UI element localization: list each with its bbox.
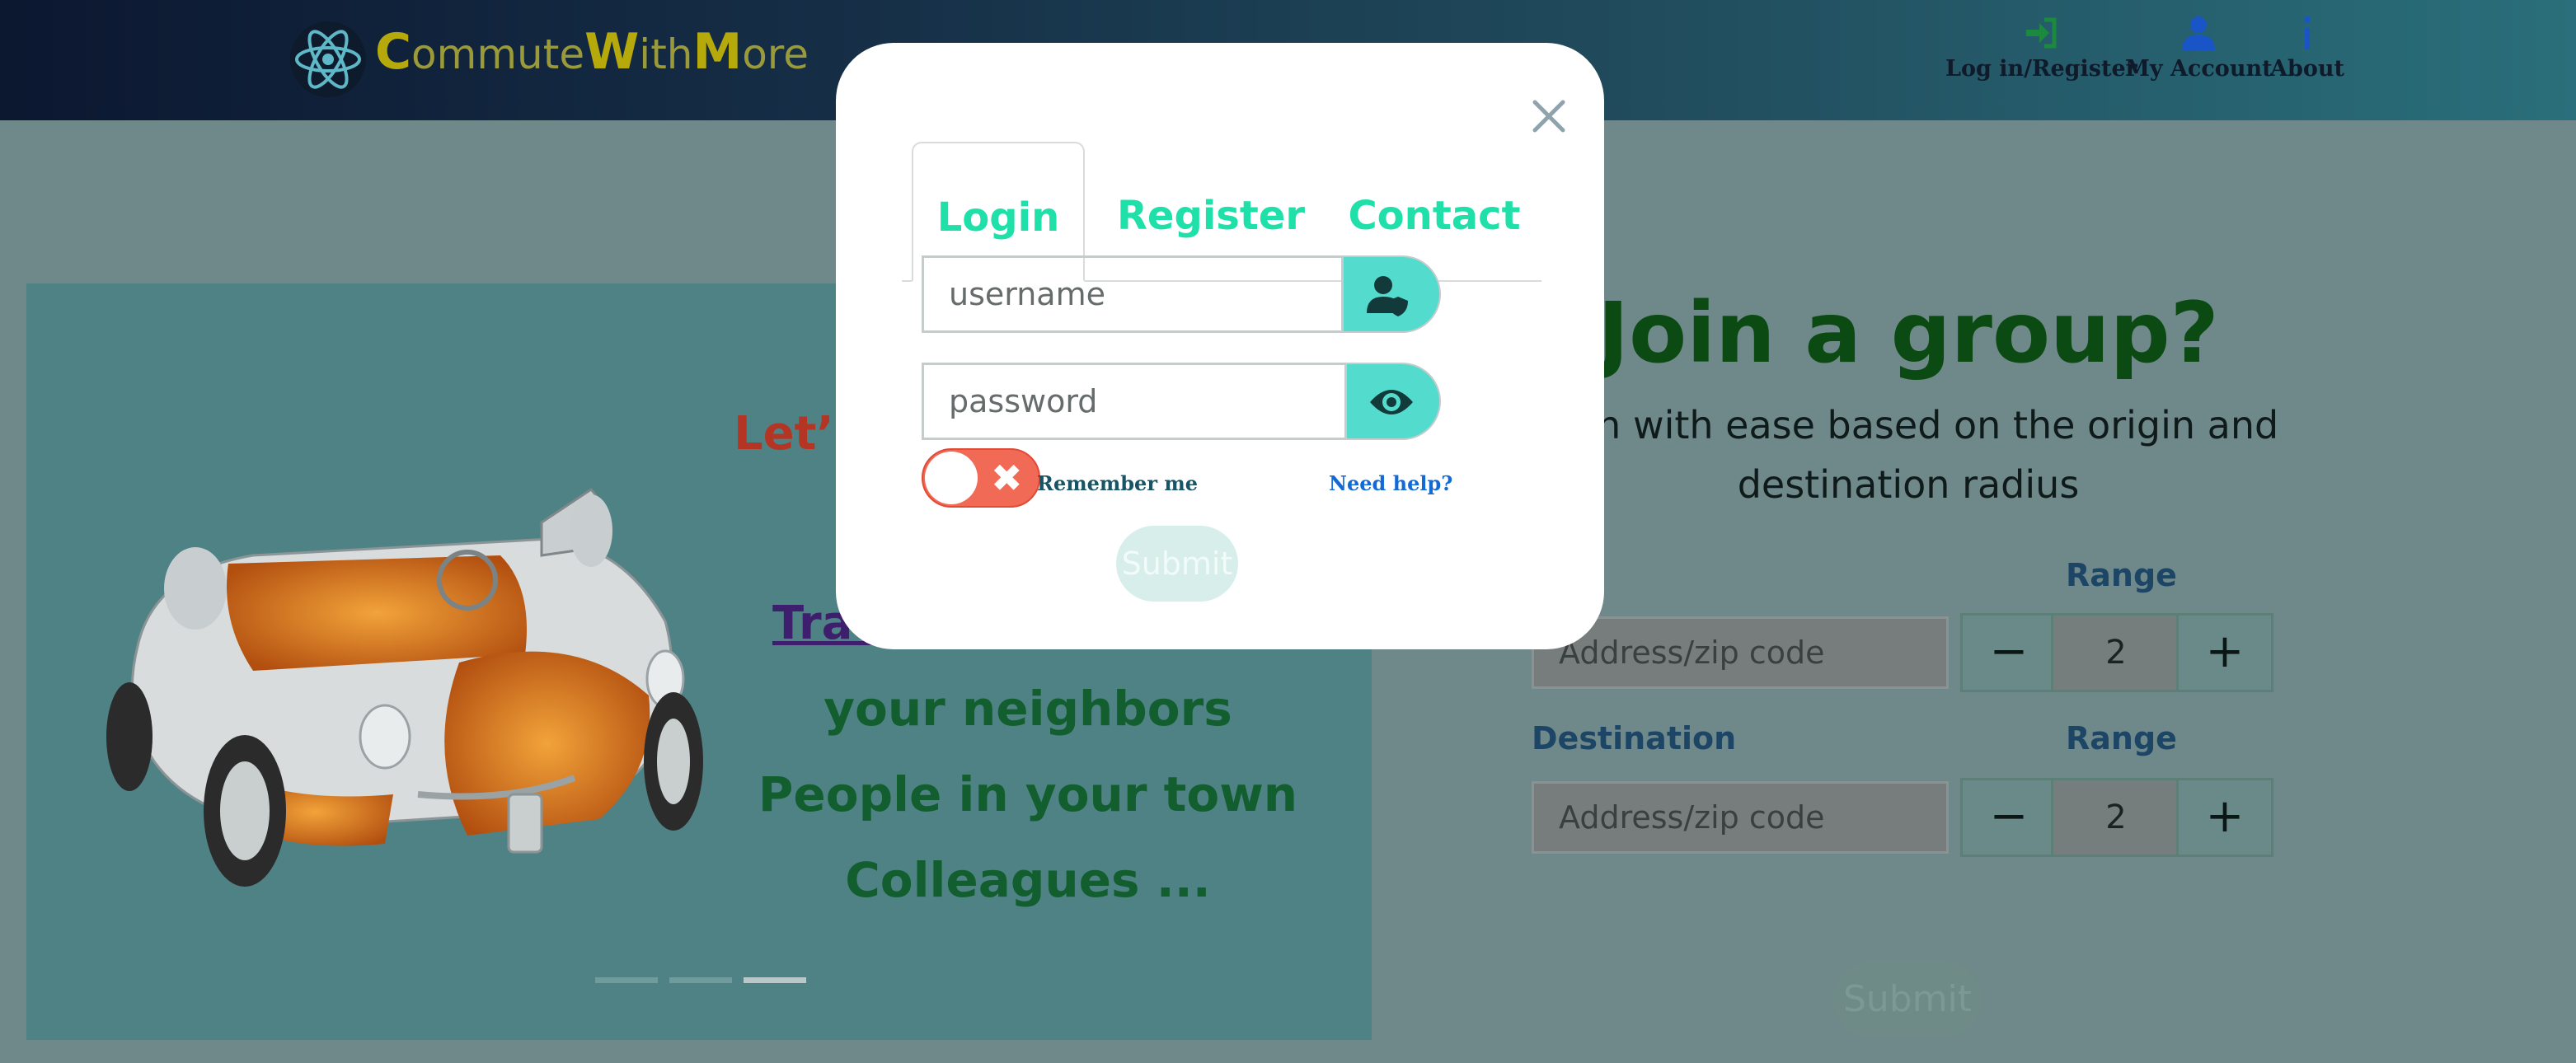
car-illustration <box>106 488 703 887</box>
nav-login-register[interactable]: Log in/Register <box>1945 15 2137 82</box>
nav-my-account[interactable]: My Account <box>2125 15 2273 82</box>
info-icon <box>2303 16 2311 49</box>
carousel-indicators <box>595 977 806 983</box>
carousel-indicator[interactable] <box>595 977 658 983</box>
origin-range-increment-button[interactable]: + <box>2176 613 2273 692</box>
destination-range-increment-button[interactable]: + <box>2176 778 2273 857</box>
brand-letter: C <box>375 23 412 81</box>
destination-range-label: Range <box>2066 720 2177 756</box>
nav-label: About <box>2270 56 2344 82</box>
carousel-indicator-active[interactable] <box>744 977 806 983</box>
login-icon <box>2026 17 2057 49</box>
slide-line: Colleagues ... <box>845 852 1211 908</box>
brand-part: ore <box>742 30 809 78</box>
nav-label: My Account <box>2125 56 2273 82</box>
origin-range-value[interactable]: 2 <box>2051 613 2181 692</box>
carousel-indicator[interactable] <box>669 977 732 983</box>
toggle-password-visibility-button[interactable] <box>1345 363 1441 440</box>
destination-range-value[interactable]: 2 <box>2051 778 2181 857</box>
destination-range-decrement-button[interactable]: − <box>1960 778 2058 857</box>
brand-letter: W <box>584 23 640 81</box>
join-group-subtitle: arch with ease based on the origin and d… <box>1537 403 2279 507</box>
password-input[interactable]: password <box>922 363 1347 440</box>
username-icon-button[interactable] <box>1342 255 1441 333</box>
remember-me-label[interactable]: Remember me <box>1037 471 1198 495</box>
brand-letter: M <box>692 23 743 81</box>
origin-address-input[interactable]: Address/zip code <box>1532 616 1949 689</box>
nav-label: Log in/Register <box>1945 56 2137 82</box>
join-group-title: Join a group? <box>1598 284 2219 382</box>
brand-part: ith <box>639 30 693 78</box>
origin-range-decrement-button[interactable]: − <box>1960 613 2058 692</box>
username-input[interactable]: username <box>922 255 1344 333</box>
eye-icon <box>1370 390 1413 414</box>
toggle-knob <box>925 452 978 504</box>
login-modal: Login Register Contact username password… <box>836 43 1604 649</box>
nav-about[interactable]: About <box>2270 15 2344 82</box>
destination-label: Destination <box>1532 720 1737 756</box>
brand-name[interactable]: CommuteWithMore <box>375 23 809 81</box>
join-submit-button[interactable]: Submit <box>1833 961 1982 1038</box>
brand-part: ommute <box>411 30 585 78</box>
x-icon: ✖ <box>991 456 1023 500</box>
remember-me-toggle[interactable]: ✖ <box>922 448 1040 508</box>
close-icon[interactable] <box>1528 96 1570 137</box>
user-icon <box>2182 16 2216 51</box>
need-help-link[interactable]: Need help? <box>1329 471 1452 495</box>
user-shield-icon <box>1367 276 1408 316</box>
slide-line: People in your town <box>758 766 1298 822</box>
slide-line: your neighbors <box>823 681 1232 737</box>
login-submit-button[interactable]: Submit <box>1116 526 1238 602</box>
origin-range-label: Range <box>2066 557 2177 593</box>
atom-logo-icon[interactable] <box>280 18 379 101</box>
destination-address-input[interactable]: Address/zip code <box>1532 781 1949 854</box>
